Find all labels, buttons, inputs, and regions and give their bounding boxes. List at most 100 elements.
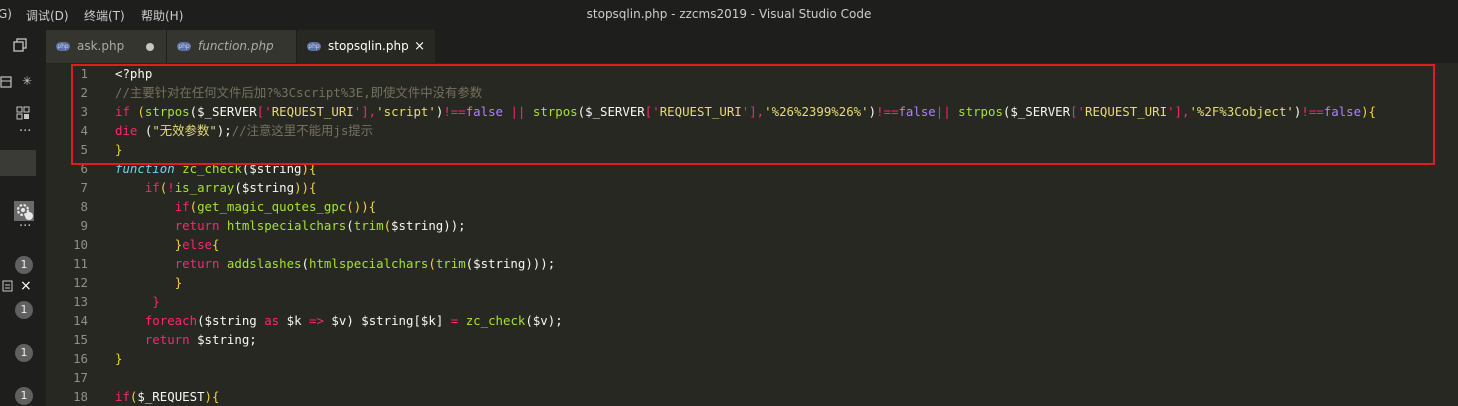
code-token: if — [144, 180, 160, 195]
code-token: $string — [473, 256, 526, 271]
line-number: 13 — [73, 294, 88, 309]
line-number: 8 — [80, 199, 88, 214]
code-text: return htmlspecialchars(trim($string)); — [115, 216, 466, 235]
code-text: } — [115, 292, 160, 311]
close-icon[interactable]: × — [20, 278, 32, 294]
line-number: 18 — [73, 389, 88, 404]
code-line[interactable]: 17 — [46, 368, 1458, 387]
code-token: $_REQUEST — [137, 389, 205, 404]
code-token: return — [174, 218, 227, 233]
line-number: 14 — [73, 313, 88, 328]
code-token: ))); — [525, 256, 556, 271]
code-token: ( — [346, 218, 354, 233]
count-badge: 1 — [15, 387, 33, 405]
code-token: return — [144, 332, 198, 347]
code-token: ( — [383, 218, 392, 233]
code-token: htmlspecialchars — [226, 218, 347, 233]
code-text: foreach($string as $k => $v) $string[$k]… — [115, 311, 563, 330]
tab-label: function.php — [198, 39, 274, 53]
code-token: addslashes — [226, 256, 302, 271]
tab-label: ask.php — [77, 39, 125, 53]
code-token: is_array — [174, 180, 235, 195]
code-token: $k — [420, 313, 436, 328]
php-file-icon: php — [177, 42, 191, 51]
line-number: 17 — [73, 370, 88, 385]
count-badge: 1 — [15, 256, 33, 274]
code-token: } — [152, 294, 160, 309]
tab-function-php[interactable]: php function.php — [167, 30, 297, 63]
code-text: if(!is_array($string)){ — [115, 178, 317, 197]
code-line[interactable]: 18 if($_REQUEST){ — [46, 387, 1458, 406]
more-icon[interactable]: ··· — [19, 124, 31, 139]
php-file-icon: php — [307, 42, 321, 51]
panel-icon[interactable] — [0, 76, 12, 92]
code-token: } — [174, 275, 183, 290]
tab-bar: php ask.php php function.php php stopsql… — [46, 30, 1458, 63]
code-line[interactable]: 9 return htmlspecialchars(trim($string))… — [46, 216, 1458, 235]
code-line[interactable]: 8 if(get_magic_quotes_gpc()){ — [46, 197, 1458, 216]
code-text: }else{ — [115, 235, 220, 254]
code-token: $v — [331, 313, 347, 328]
code-token: ){ — [204, 389, 220, 404]
code-token: ( — [301, 256, 309, 271]
code-text: if(get_magic_quotes_gpc()){ — [115, 197, 376, 216]
code-token: ( — [189, 199, 198, 214]
sparkle-icon[interactable]: ✳ — [22, 74, 32, 88]
code-line[interactable]: 7 if(!is_array($string)){ — [46, 178, 1458, 197]
window-title: stopsqlin.php - zzcms2019 - Visual Studi… — [586, 7, 872, 21]
tab-ask-php[interactable]: php ask.php — [46, 30, 167, 63]
code-token: $string — [391, 218, 444, 233]
code-token: )){ — [294, 180, 317, 195]
code-token: foreach — [144, 313, 198, 328]
code-line[interactable]: 13 } — [46, 292, 1458, 311]
php-file-icon: php — [56, 42, 70, 51]
code-token: trim — [435, 256, 466, 271]
line-number: 15 — [73, 332, 88, 347]
code-token: ( — [525, 313, 533, 328]
line-number: 9 — [80, 218, 88, 233]
tab-label: stopsqlin.php — [328, 39, 409, 53]
copy-icon[interactable] — [13, 38, 27, 56]
activity-bar: ✳ ··· ··· 1 × 1 1 1 — [0, 30, 46, 406]
code-token: [ — [413, 313, 421, 328]
code-token: ] — [435, 313, 451, 328]
line-number: 16 — [73, 351, 88, 366]
code-token: ( — [234, 180, 242, 195]
extension-icon[interactable] — [16, 106, 30, 124]
code-token: get_magic_quotes_gpc — [197, 199, 347, 214]
code-token: $string — [241, 180, 295, 195]
line-number: 10 — [73, 237, 88, 252]
code-token: ); — [547, 313, 563, 328]
code-token: if — [174, 199, 190, 214]
unsaved-dot-icon[interactable] — [146, 43, 154, 51]
code-token: htmlspecialchars — [308, 256, 429, 271]
code-line[interactable]: 16} — [46, 349, 1458, 368]
count-badge: 1 — [15, 344, 33, 362]
code-token: if — [115, 389, 130, 404]
code-line[interactable]: 14 foreach($string as $k => $v) $string[… — [46, 311, 1458, 330]
code-token: ) — [346, 313, 362, 328]
code-text: if($_REQUEST){ — [115, 387, 219, 406]
code-token: $k — [286, 313, 309, 328]
line-number: 7 — [80, 180, 88, 195]
title-bar: G) 调试(D) 终端(T) 帮助(H) stopsqlin.php - zzc… — [0, 0, 1458, 30]
code-token: return — [174, 256, 227, 271]
highlight-box — [71, 64, 1435, 165]
line-number: 11 — [73, 256, 88, 271]
code-line[interactable]: 12 } — [46, 273, 1458, 292]
line-number: 12 — [73, 275, 88, 290]
tab-stopsqlin-php[interactable]: php stopsqlin.php × — [297, 30, 436, 63]
code-line[interactable]: 10 }else{ — [46, 235, 1458, 254]
code-token: ( — [428, 256, 436, 271]
count-badge: 1 — [15, 301, 33, 319]
selected-item-bg — [0, 150, 36, 176]
code-line[interactable]: 11 return addslashes(htmlspecialchars(tr… — [46, 254, 1458, 273]
code-line[interactable]: 15 return $string; — [46, 330, 1458, 349]
code-token: as — [264, 313, 287, 328]
code-token: $v — [532, 313, 548, 328]
close-icon[interactable]: × — [414, 39, 425, 54]
more-icon-2[interactable]: ··· — [19, 219, 31, 234]
